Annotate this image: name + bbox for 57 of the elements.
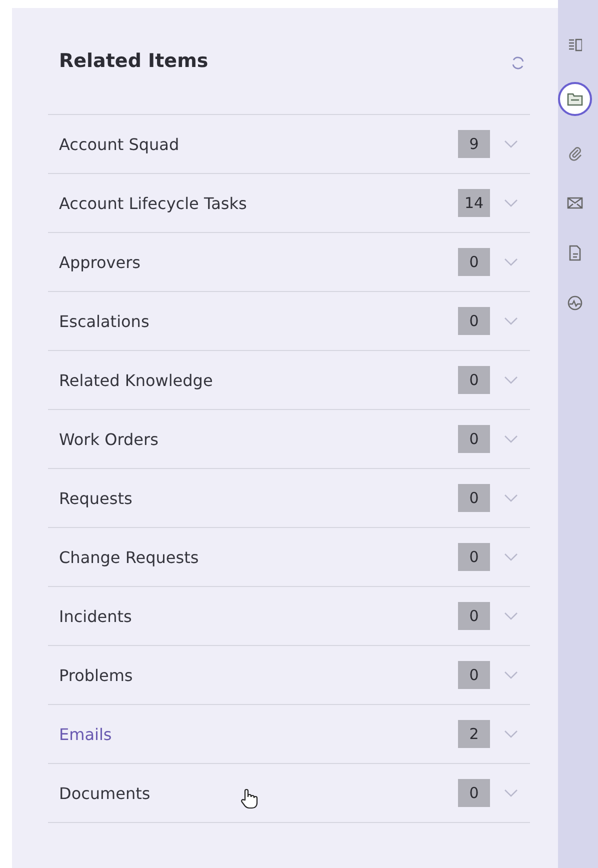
item-label: Work Orders (59, 430, 158, 448)
item-label: Approvers (59, 252, 140, 272)
count-badge: 9 (458, 130, 490, 158)
related-item[interactable]: Requests 0 (48, 469, 530, 528)
document-icon (568, 245, 582, 261)
count-badge: 0 (458, 307, 490, 335)
chevron-down-icon[interactable] (504, 494, 518, 502)
item-label: Escalations (59, 312, 150, 330)
chevron-down-icon[interactable] (504, 199, 518, 207)
chevron-down-icon[interactable] (504, 258, 518, 266)
count-badge: 0 (458, 366, 490, 394)
related-item[interactable]: Emails 2 (48, 705, 530, 764)
count-badge: 0 (458, 543, 490, 571)
item-label: Change Requests (59, 548, 199, 566)
count-badge: 0 (458, 602, 490, 630)
count-badge: 0 (458, 661, 490, 689)
item-label: Emails (59, 724, 112, 744)
item-label: Incidents (59, 606, 132, 626)
count-badge: 0 (458, 484, 490, 512)
count-badge: 14 (458, 189, 490, 217)
item-label: Related Knowledge (59, 370, 213, 390)
hand-cursor-icon (240, 788, 258, 810)
related-item[interactable]: Incidents 0 (48, 587, 530, 646)
chevron-down-icon[interactable] (504, 317, 518, 325)
chevron-down-icon[interactable] (504, 553, 518, 561)
related-item[interactable]: Related Knowledge 0 (48, 351, 530, 410)
envelope-icon (567, 196, 583, 210)
item-label: Requests (59, 488, 132, 508)
related-item[interactable]: Escalations 0 (48, 292, 530, 351)
count-badge: 0 (458, 248, 490, 276)
related-item[interactable]: Problems 0 (48, 646, 530, 705)
chevron-down-icon[interactable] (504, 376, 518, 384)
count-badge: 0 (458, 779, 490, 807)
refresh-icon[interactable] (510, 55, 526, 71)
list-icon (568, 38, 582, 52)
chevron-down-icon[interactable] (504, 140, 518, 148)
item-label: Account Squad (59, 134, 180, 154)
chevron-down-icon[interactable] (504, 671, 518, 679)
item-label: Problems (59, 666, 133, 684)
chevron-down-icon[interactable] (504, 789, 518, 797)
related-item[interactable]: Account Squad 9 (48, 115, 530, 174)
related-item[interactable]: Work Orders 0 (48, 410, 530, 469)
count-badge: 2 (458, 720, 490, 748)
paperclip-icon (568, 145, 582, 161)
folder-icon (567, 92, 583, 106)
related-item[interactable]: Account Lifecycle Tasks 14 (48, 174, 530, 233)
count-badge: 0 (458, 425, 490, 453)
related-item[interactable]: Approvers 0 (48, 233, 530, 292)
item-label: Documents (59, 784, 150, 802)
chevron-down-icon[interactable] (504, 730, 518, 738)
chevron-down-icon[interactable] (504, 435, 518, 443)
activity-icon (567, 295, 583, 311)
panel-title: Related Items (59, 50, 208, 72)
item-label: Account Lifecycle Tasks (59, 194, 247, 212)
related-item[interactable]: Change Requests 0 (48, 528, 530, 587)
sidebar-tab[interactable] (558, 82, 592, 116)
chevron-down-icon[interactable] (504, 612, 518, 620)
